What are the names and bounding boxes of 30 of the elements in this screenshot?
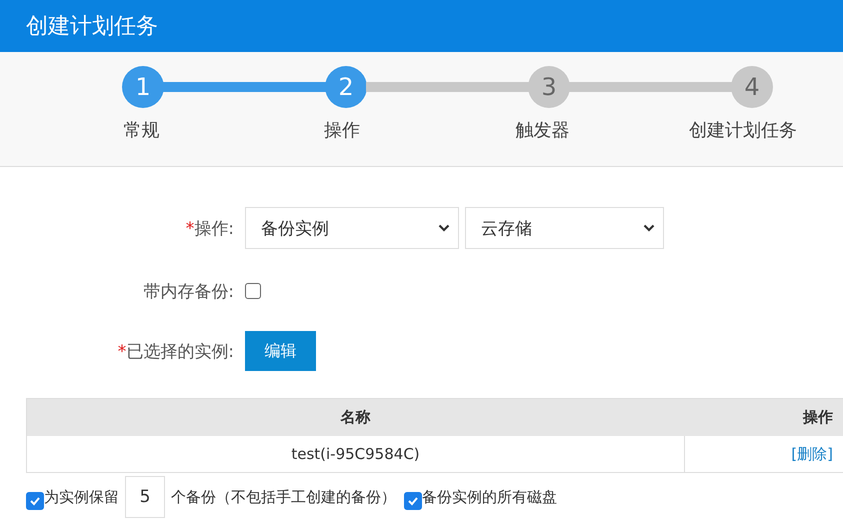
window-title: 创建计划任务: [26, 13, 158, 41]
step-circle: 4: [731, 66, 773, 108]
field-label: 操作:: [194, 218, 234, 238]
checkbox[interactable]: [245, 283, 261, 299]
column-header: 操作: [802, 407, 834, 428]
checkbox-label: 个备份（不包括手工创建的备份）: [171, 488, 396, 506]
table-cell-text: test(i-95C9584C): [290, 444, 421, 465]
step-label: 触发器: [515, 119, 570, 142]
step-label: 创建计划任务: [688, 119, 797, 142]
checkbox-label: 备份实例的所有磁盘: [422, 488, 557, 506]
chevron-down-icon: [643, 224, 655, 232]
step-circle: 2: [325, 66, 367, 108]
step-circle: 3: [528, 66, 570, 108]
checkbox-label: 为实例保留: [44, 488, 119, 506]
required-mark: *: [118, 342, 126, 362]
delete-link[interactable]: [删除]: [791, 444, 833, 464]
edit-button[interactable]: 编辑: [245, 331, 316, 371]
step-label: 常规: [123, 119, 160, 142]
checkbox[interactable]: [26, 492, 44, 510]
checkbox[interactable]: [404, 492, 422, 510]
storage-select[interactable]: 云存储: [465, 207, 664, 249]
step-circle: 1: [122, 66, 164, 108]
chevron-down-icon: [438, 224, 450, 232]
action-type-select[interactable]: 备份实例: [245, 207, 459, 249]
step-label: 操作: [324, 119, 360, 142]
required-mark: *: [186, 218, 194, 238]
column-header: 名称: [339, 407, 372, 428]
field-label: 已选择的实例:: [126, 342, 234, 362]
count-input[interactable]: 5: [125, 476, 165, 518]
field-label: 带内存备份:: [142, 280, 235, 302]
